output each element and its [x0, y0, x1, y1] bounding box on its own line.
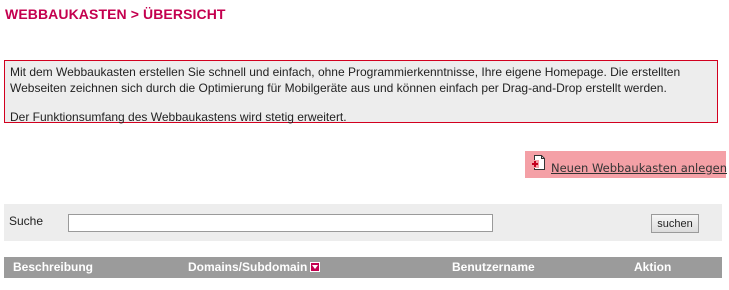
sort-down-icon[interactable] [310, 262, 321, 272]
search-label: Suche [9, 214, 44, 228]
column-header-domains-label[interactable]: Domains/Subdomain [188, 260, 307, 274]
search-button[interactable]: suchen [651, 214, 699, 233]
info-paragraph-features: Der Funktionsumfang des Webbaukastens wi… [10, 110, 347, 124]
info-box: Mit dem Webbaukasten erstellen Sie schne… [4, 60, 718, 124]
column-header-domains[interactable]: Domains/Subdomain [188, 260, 321, 274]
new-webbaukasten-link[interactable]: Neuen Webbaukasten anlegen [525, 151, 727, 178]
column-header-action: Aktion [634, 260, 672, 274]
search-input[interactable] [68, 214, 493, 232]
info-paragraph-intro: Mit dem Webbaukasten erstellen Sie schne… [10, 65, 681, 95]
table-header: Beschreibung Domains/Subdomain Benutzern… [4, 257, 722, 278]
page-title: WEBBAUKASTEN > ÜBERSICHT [5, 6, 226, 22]
new-webbaukasten-label[interactable]: Neuen Webbaukasten anlegen [551, 161, 727, 175]
search-bar: Suche suchen [4, 204, 722, 241]
column-header-description[interactable]: Beschreibung [13, 260, 93, 274]
column-header-username[interactable]: Benutzername [452, 260, 535, 274]
add-document-icon [531, 154, 547, 171]
